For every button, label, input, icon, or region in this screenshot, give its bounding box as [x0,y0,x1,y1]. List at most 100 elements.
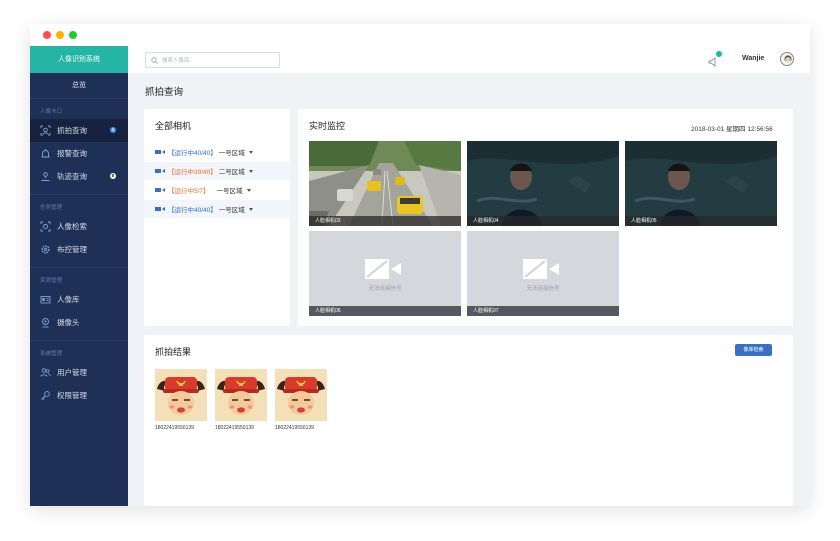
chevron-down-icon[interactable] [248,169,253,173]
nav-group-label: 系统管理 [40,351,63,357]
maximize-window-button[interactable] [69,31,77,39]
nav-badge: 1 [110,127,116,133]
movie-scene-image [467,141,619,226]
video-camera-icon [155,150,161,154]
nav-group-label: 人像卡口 [40,109,63,115]
feed-label: 人脸相机07 [467,306,619,316]
gear-icon [40,244,51,255]
current-datetime: 2018-03-01 星期四 12:56:56 [691,126,773,133]
username[interactable]: Wanjie [742,55,764,62]
search-input[interactable]: 搜索人像库... [145,52,280,68]
camera-status: 【运行中5/7】 [168,188,210,195]
camera-group-row[interactable]: 【运行中40/40】 一号区域 [144,143,290,161]
panel-title: 实时监控 [309,121,346,131]
nav-label: 人像检索 [57,222,87,231]
key-icon [40,390,51,401]
all-cameras-panel: 全部相机 【运行中40/40】 一号区域 【运行中39/40】 二号区域 【运行… [144,109,290,326]
street-scene-image [309,141,461,226]
camera-group-row[interactable]: 【运行中39/40】 二号区域 [144,162,290,180]
chevron-down-icon[interactable] [246,188,251,192]
id-card-icon [40,294,51,305]
chevron-down-icon[interactable] [248,150,253,154]
top-bar: 搜索人像库... Wanjie [128,46,810,73]
feed-label: 人脸相机03 [309,216,461,226]
capture-results-panel: 抓拍结果 像库检索 18022419550139 18022419550139 … [144,335,793,506]
no-signal-camera-icon [523,259,559,279]
feed-label: 人脸相机05 [625,216,777,226]
nav-item-face-search[interactable]: 人像检索 [30,215,128,238]
video-feed[interactable]: 人脸相机03 [309,141,461,226]
search-placeholder: 搜索人像库... [162,58,195,64]
nav-overview[interactable]: 总览 [30,73,128,99]
track-icon [40,171,51,182]
video-feed[interactable]: 人脸相机04 [467,141,619,226]
capture-thumbnail[interactable] [215,369,267,421]
camera-group-row[interactable]: 【运行中5/7】 一号区域 [144,181,290,199]
nav-group-label: 任务管理 [40,205,63,211]
camera-status: 【运行中40/40】 [168,207,217,214]
no-signal-message: 无法连接信号 [368,286,402,292]
no-signal-camera-icon [365,259,401,279]
notification-button[interactable] [708,51,722,72]
capture-thumbnail[interactable] [275,369,327,421]
app-window: 人像识别系统 总览 人像卡口 抓拍查询 1 报警查询 轨迹查询 8 任务管理 人… [30,24,810,506]
sidebar: 人像识别系统 总览 人像卡口 抓拍查询 1 报警查询 轨迹查询 8 任务管理 人… [30,46,128,506]
nav-item-deploy-control[interactable]: 布控管理 [30,238,128,261]
nav-label: 人像库 [57,295,80,304]
camera-group-row[interactable]: 【运行中40/40】 一号区域 [144,200,290,218]
nav-label: 摄像头 [57,318,80,327]
nav-badge: 8 [110,173,116,179]
avatar[interactable] [780,52,794,66]
nav-group-label: 资源管理 [40,278,63,284]
capture-id: 18022419550139 [215,425,254,431]
app-brand[interactable]: 人像识别系统 [30,46,128,73]
video-feed[interactable]: 人脸相机05 [625,141,777,226]
capture-id: 18022419550139 [155,425,194,431]
movie-scene-image [625,141,777,226]
notification-badge [716,51,722,57]
no-signal-message: 无法连接信号 [526,286,560,292]
video-camera-icon [155,188,161,192]
nav-label: 轨迹查询 [57,172,87,181]
search-icon [151,56,158,64]
cartoon-avatar-image [275,369,327,421]
nav-item-user-management[interactable]: 用户管理 [30,361,128,384]
page-title: 抓拍查询 [145,87,184,98]
nav-label: 抓拍查询 [57,126,87,135]
video-feed-no-signal[interactable]: 无法连接信号 人脸相机06 [309,231,461,316]
nav-item-face-library[interactable]: 人像库 [30,288,128,311]
nav-item-track-query[interactable]: 轨迹查询 8 [30,165,128,188]
cartoon-avatar-image [155,369,207,421]
nav-item-capture-query[interactable]: 抓拍查询 1 [30,119,128,142]
nav-item-alarm-query[interactable]: 报警查询 [30,142,128,165]
alarm-icon [40,148,51,159]
nav-item-cameras[interactable]: 摄像头 [30,311,128,334]
chevron-down-icon[interactable] [248,207,253,211]
panel-title: 全部相机 [155,121,192,131]
nav-item-permission-management[interactable]: 权限管理 [30,384,128,407]
minimize-window-button[interactable] [56,31,64,39]
capture-thumbnail[interactable] [155,369,207,421]
camera-status: 【运行中39/40】 [168,169,217,176]
megaphone-icon [708,57,716,67]
window-titlebar [30,24,810,46]
video-feed-no-signal[interactable]: 无法连接信号 人脸相机07 [467,231,619,316]
nav-label: 布控管理 [57,245,87,254]
video-camera-icon [155,169,161,173]
live-monitor-panel: 实时监控 2018-03-01 星期四 12:56:56 人脸相机03 人脸相机… [298,109,793,326]
camera-zone: 一号区域 [218,150,245,157]
capture-id: 18022419550139 [275,425,314,431]
camera-zone: 二号区域 [218,169,245,176]
library-search-button[interactable]: 像库检索 [735,344,772,356]
nav-label: 权限管理 [57,391,87,400]
close-window-button[interactable] [43,31,51,39]
camera-zone: 一号区域 [216,188,243,195]
video-camera-icon [155,207,161,211]
nav-label: 用户管理 [57,368,87,377]
panel-title: 抓拍结果 [155,347,192,357]
camera-zone: 一号区域 [218,207,245,214]
feed-label: 人脸相机04 [467,216,619,226]
face-search-icon [40,221,51,232]
face-scan-icon [40,125,51,136]
nav-label: 报警查询 [57,149,87,158]
